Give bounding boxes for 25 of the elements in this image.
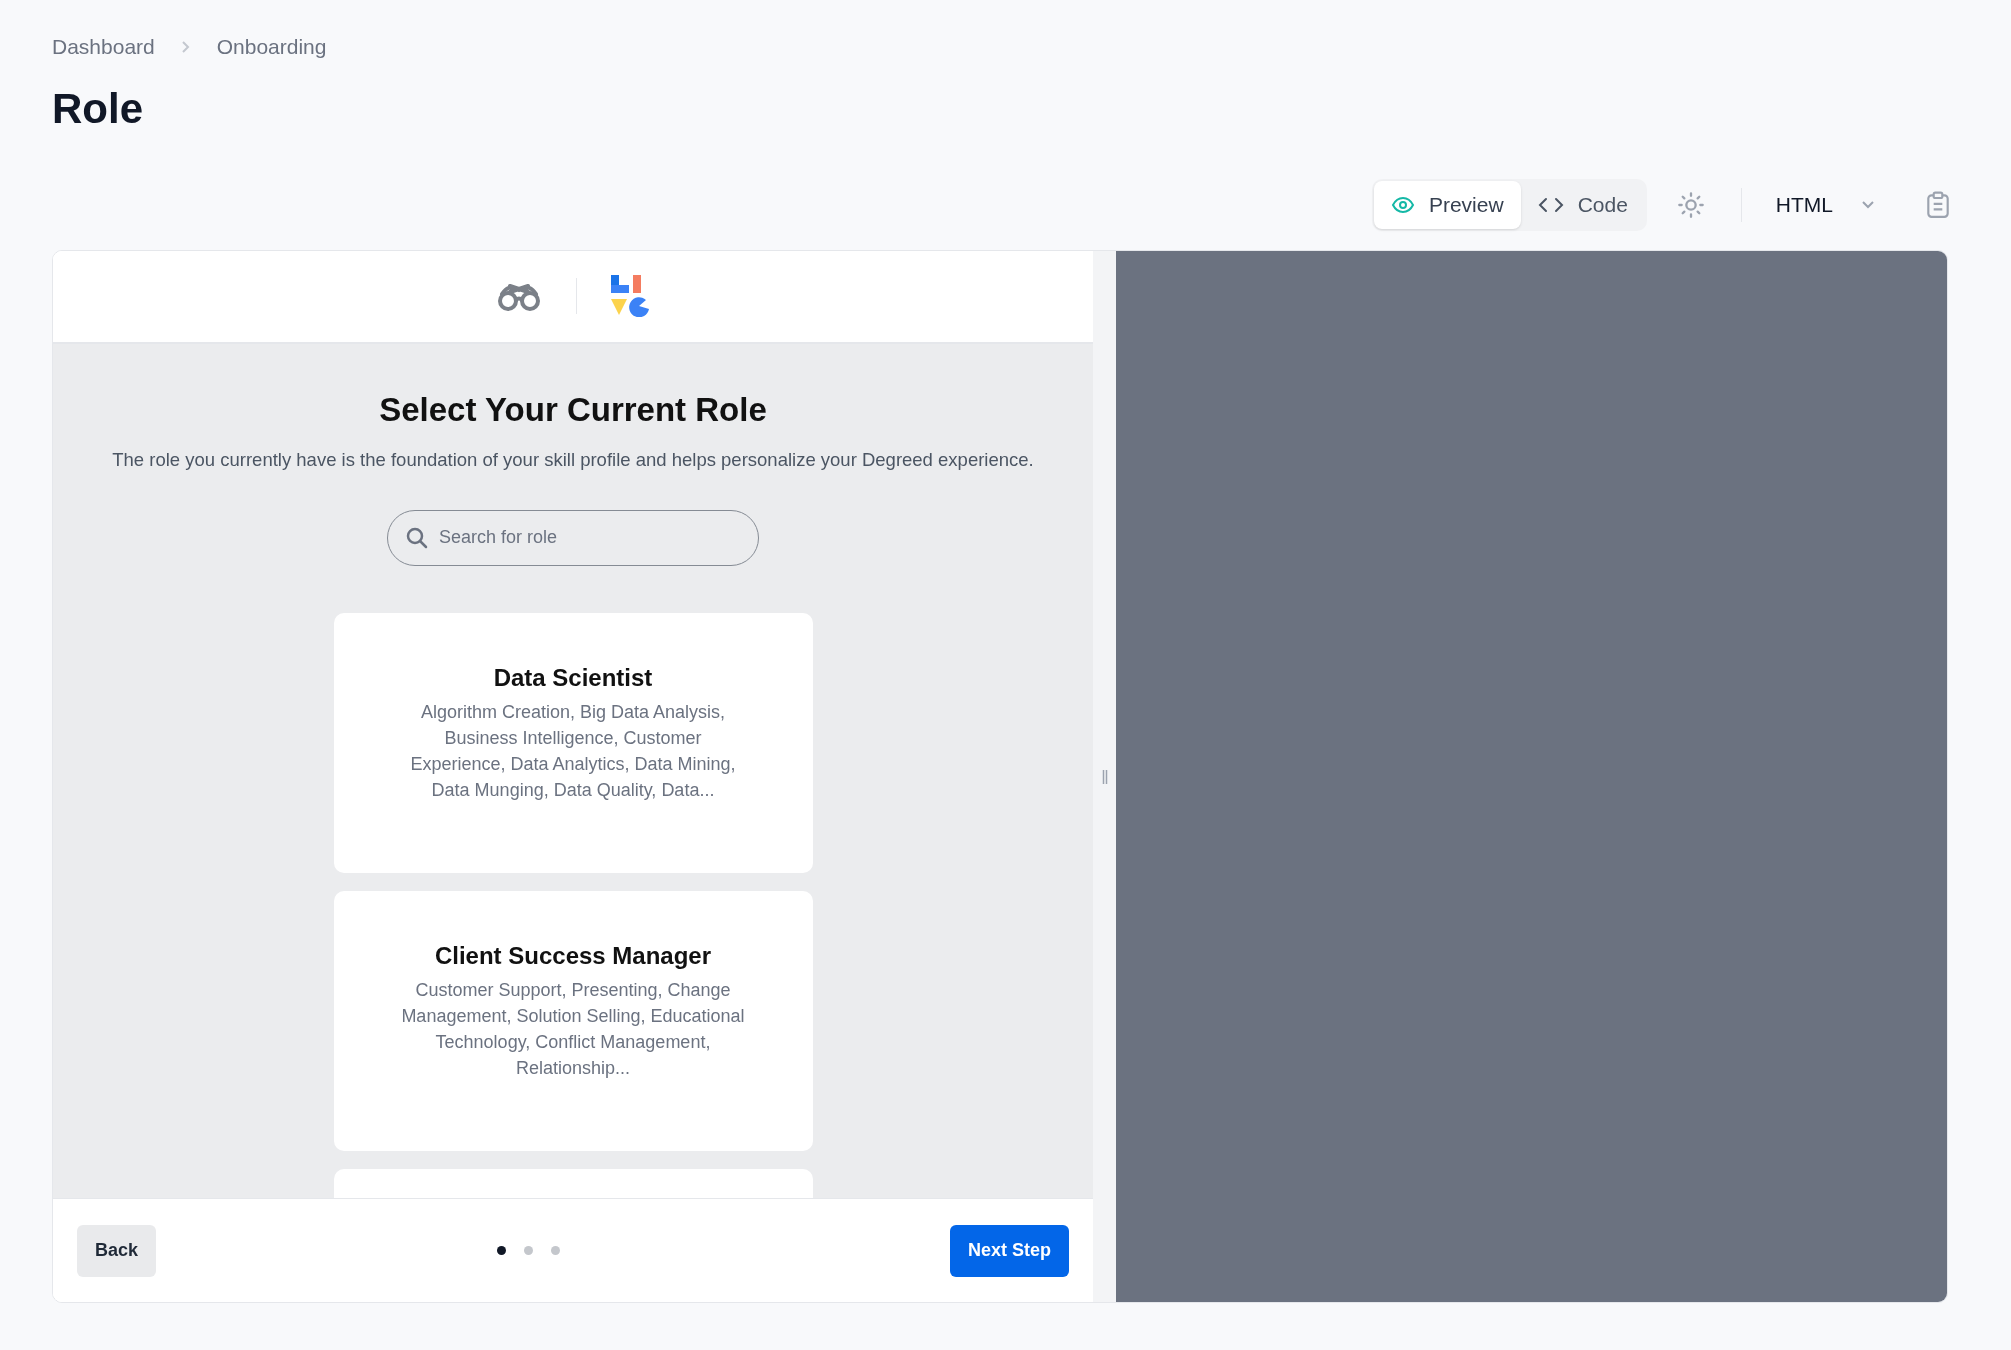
resize-handle-icon[interactable] <box>1101 769 1108 784</box>
breadcrumb-link[interactable]: Onboarding <box>216 31 327 63</box>
step-description: The role you currently have is the foundation of your skill profile and helps personalize your Degreed experience. <box>112 447 1034 472</box>
view-tab[interactable]: Code <box>1520 181 1645 229</box>
role-card[interactable]: Client Success Manager Customer Support, Presenting, Change Management, Solution Selling, Educational Technology, Conflict Management, Relationship... <box>333 890 813 1151</box>
search-icon <box>405 525 429 550</box>
chevron-down-icon <box>1861 200 1875 210</box>
clipboard-icon[interactable] <box>1925 191 1951 219</box>
chevron-right-icon <box>180 40 191 54</box>
role-title: Data Scientist <box>493 662 653 693</box>
role-title: Client Success Manager <box>434 940 712 971</box>
role-card[interactable]: Data Scientist Algorithm Creation, Big Data Analysis, Business Intelligence, Customer Experience, Data Analytics, Data Mining, Data Munging, Data Quality, Data... <box>333 612 813 873</box>
page-title: Role <box>52 84 143 134</box>
step-heading: Select Your Current Role <box>379 389 767 430</box>
role-skills: Algorithm Creation, Big Data Analysis, Business Intelligence, Customer Experience, Data Analytics, Data Mining, Data Munging, Data Quality, Data... <box>409 700 737 802</box>
role-skills: Customer Support, Presenting, Change Management, Solution Selling, Educational Technology, Conflict Management, Relationship... <box>400 978 746 1080</box>
next-step-button[interactable]: Next Step <box>949 1224 1069 1277</box>
code-icon <box>1537 195 1564 215</box>
back-button[interactable]: Back <box>77 1224 157 1277</box>
search-field[interactable]: Search for role <box>387 509 759 566</box>
view-tab[interactable]: Preview <box>1373 181 1521 229</box>
logo-icon <box>610 275 651 318</box>
sun-icon[interactable] <box>1676 191 1705 219</box>
language-select[interactable]: HTML <box>1775 189 1875 221</box>
breadcrumb-link[interactable]: Dashboard <box>52 31 155 63</box>
